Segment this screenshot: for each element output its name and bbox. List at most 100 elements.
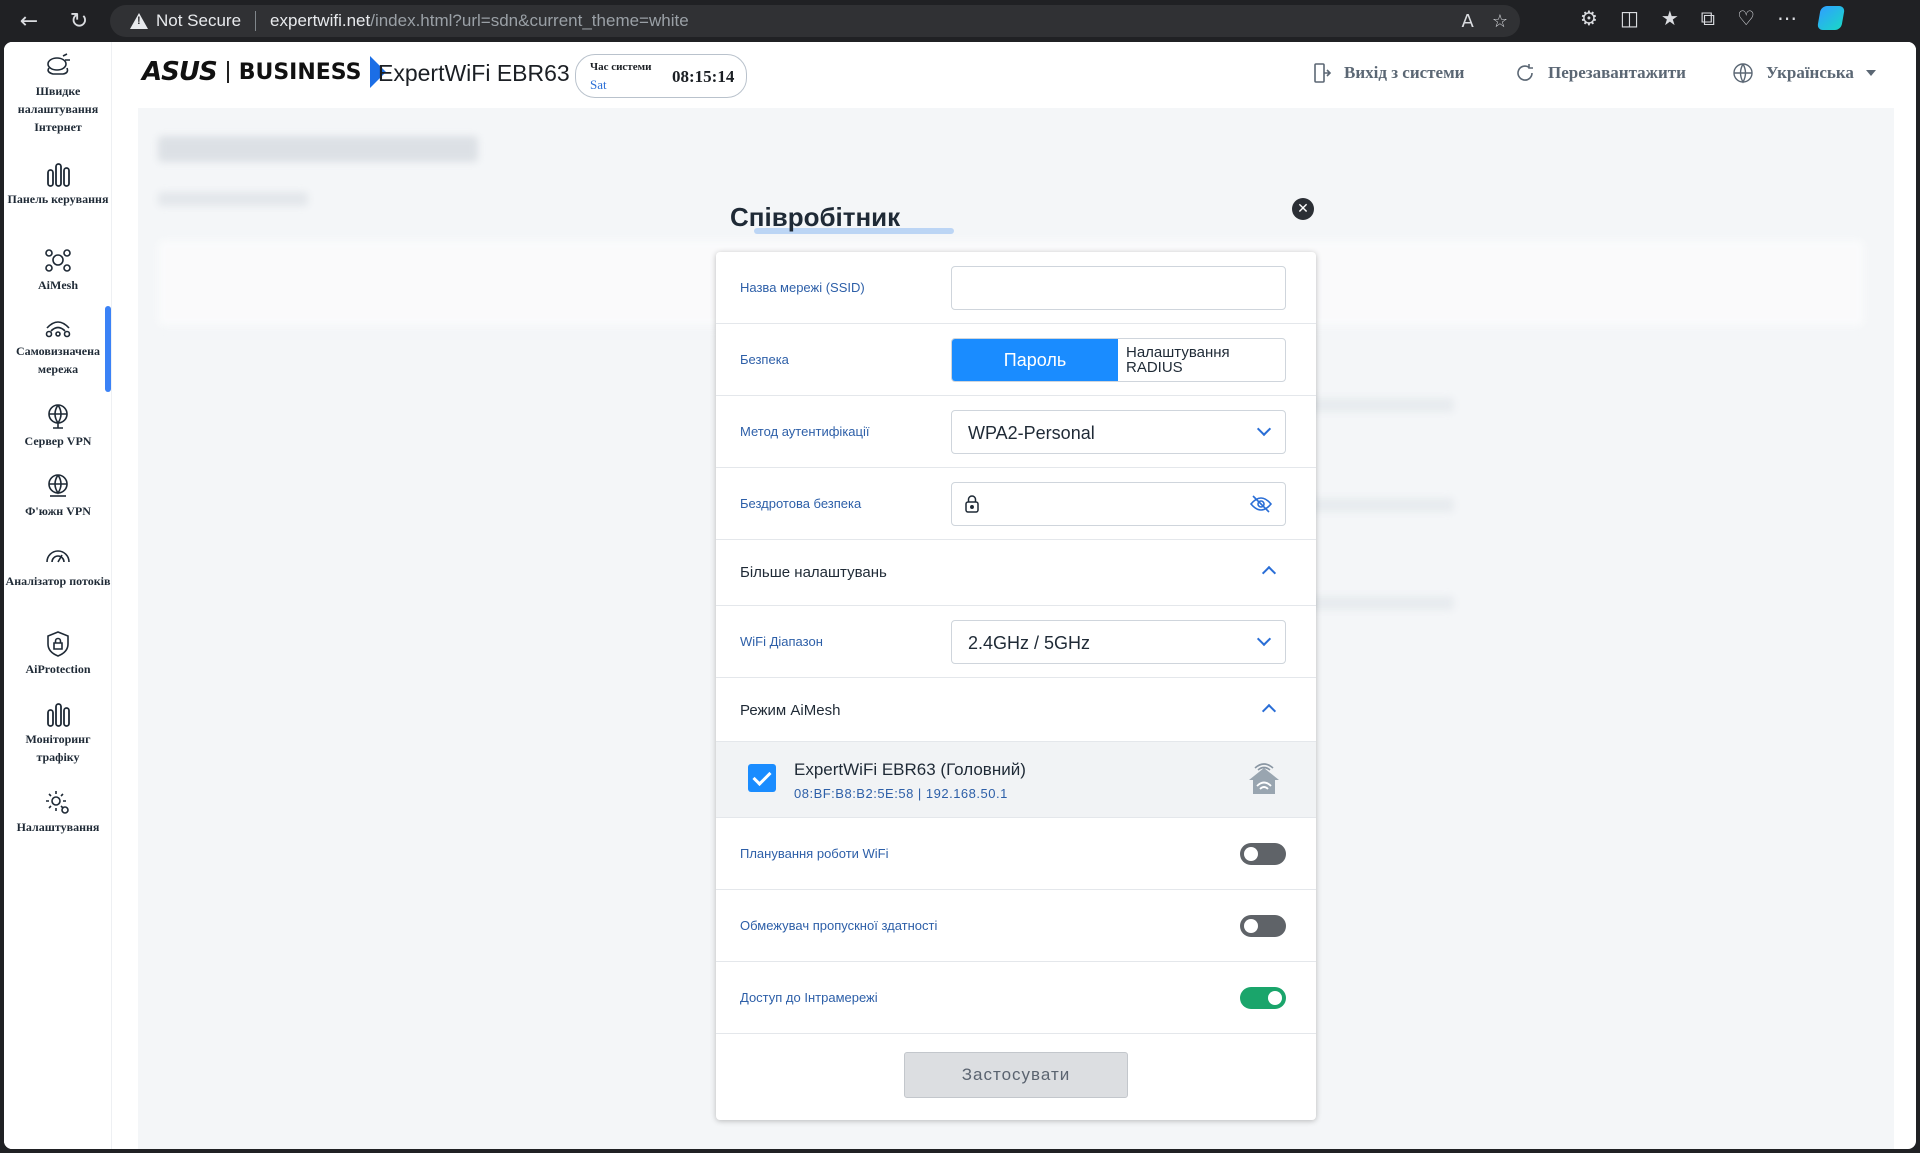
system-time-label: Час системи (590, 61, 652, 73)
radius-settings-tab[interactable]: Налаштування RADIUS (1118, 339, 1285, 381)
sidebar-item-vpn-server[interactable]: Сервер VPN (4, 402, 112, 450)
url-host: expertwifi.net (270, 11, 371, 30)
bandwidth-limiter-row: Обмежувач пропускної здатності (716, 890, 1316, 962)
url-path: /index.html?url=sdn&current_theme=white (370, 11, 689, 30)
settings-icon (46, 791, 69, 814)
auth-method-label: Метод аутентифікації (740, 424, 870, 439)
warning-icon (130, 13, 148, 29)
intranet-access-label: Доступ до Інтрамережі (740, 990, 878, 1005)
dialog-title: Співробітник (730, 202, 901, 232)
globe-icon (1733, 63, 1753, 84)
wireless-security-label: Бездротова безпека (740, 496, 862, 511)
intranet-access-row: Доступ до Інтрамережі (716, 962, 1316, 1034)
node-checkbox[interactable] (748, 764, 776, 792)
sidebar-item-flow-analyzer[interactable]: Аналізатор потоків (4, 542, 112, 590)
shield-icon (47, 631, 69, 657)
favorite-star-icon[interactable]: ☆ (1492, 11, 1508, 32)
reboot-button[interactable]: Перезавантажити (1514, 62, 1686, 84)
flow-analyzer-icon (46, 550, 70, 563)
auth-method-row: Метод аутентифікації WPA2-Personal (716, 396, 1316, 468)
copilot-icon[interactable] (1816, 6, 1846, 30)
header: ASUS BUSINESS ExpertWiFi EBR63 Час систе… (112, 42, 1916, 108)
back-icon[interactable]: ← (14, 6, 44, 36)
router-home-icon (1249, 763, 1279, 794)
wireless-password-input[interactable] (951, 482, 1286, 526)
intranet-access-toggle[interactable] (1240, 987, 1286, 1009)
aimesh-mode-row[interactable]: Режим AiMesh (716, 678, 1316, 742)
browser-toolbar: ← ↻ Not Secure expertwifi.net /index.htm… (0, 0, 1920, 42)
favorites-icon[interactable]: ★ (1661, 6, 1679, 30)
ssid-input[interactable] (951, 266, 1286, 310)
language-select[interactable]: Українська (1732, 62, 1876, 84)
wifi-schedule-toggle[interactable] (1240, 843, 1286, 865)
sidebar-item-aiprotection[interactable]: AiProtection (4, 630, 112, 678)
more-menu-icon[interactable]: ⋯ (1777, 6, 1797, 30)
security-status: Not Secure (156, 11, 242, 30)
apply-button[interactable]: Застосувати (904, 1052, 1128, 1098)
security-toggle: Пароль Налаштування RADIUS (951, 338, 1286, 382)
node-name: ExpertWiFi EBR63 (Головний) (794, 760, 1026, 779)
system-time: Час системи Sat 08:15:14 (575, 54, 747, 98)
network-profile-dialog: Співробітник ✕ Назва мережі (SSID) Безпе… (714, 192, 1320, 1122)
aimesh-node-item: ExpertWiFi EBR63 (Головний) 08:BF:B8:B2:… (716, 742, 1316, 818)
more-settings-row[interactable]: Більше налаштувань (716, 540, 1316, 606)
ssid-row: Назва мережі (SSID) (716, 252, 1316, 324)
password-tab[interactable]: Пароль (952, 339, 1118, 381)
sidebar-active-indicator (105, 306, 111, 392)
split-screen-icon[interactable]: ◫ (1620, 6, 1639, 30)
chevron-up-icon[interactable] (1261, 565, 1277, 581)
asus-business-logo: ASUS BUSINESS (142, 56, 386, 88)
browser-essentials-icon[interactable]: ♡ (1737, 6, 1755, 30)
more-settings-title: Більше налаштувань (740, 564, 887, 581)
node-mac: 08:BF:B8:B2:5E:58 | 192.168.50.1 (794, 786, 1008, 801)
vpn-server-icon (48, 404, 68, 429)
model-name: ExpertWiFi EBR63 (378, 60, 570, 86)
sidebar-item-aimesh[interactable]: AiMesh (4, 246, 112, 294)
sidebar-item-traffic-monitor[interactable]: Моніторинг трафіку (4, 700, 112, 766)
system-day: Sat (590, 77, 607, 92)
collections-icon[interactable]: ⧉ (1701, 6, 1715, 30)
wifi-band-label: WiFi Діапазон (740, 634, 823, 649)
quick-setup-icon (47, 53, 70, 75)
sidebar-item-custom-network[interactable]: Самовизначена мережа (4, 312, 112, 378)
wifi-schedule-row: Планування роботи WiFi (716, 818, 1316, 890)
security-row: Безпека Пароль Налаштування RADIUS (716, 324, 1316, 396)
dashboard-icon (47, 163, 70, 187)
router-page: Швидке налаштування Інтернет Панель керу… (4, 42, 1916, 1149)
aimesh-mode-title: Режим AiMesh (740, 702, 841, 719)
wifi-schedule-label: Планування роботи WiFi (740, 846, 889, 861)
chevron-down-icon (1256, 421, 1272, 437)
logout-icon (1314, 63, 1332, 83)
wifi-band-select[interactable]: 2.4GHz / 5GHz (951, 620, 1286, 664)
bandwidth-limiter-label: Обмежувач пропускної здатності (740, 918, 938, 933)
aimesh-icon (45, 249, 71, 272)
sidebar-item-fusion-vpn[interactable]: Ф'южн VPN (4, 472, 112, 520)
bandwidth-limiter-toggle[interactable] (1240, 915, 1286, 937)
fusion-vpn-icon (48, 474, 68, 497)
lock-icon (965, 495, 979, 513)
wifi-band-row: WiFi Діапазон 2.4GHz / 5GHz (716, 606, 1316, 678)
logout-button[interactable]: Вихід з системи (1312, 62, 1464, 84)
security-label: Безпека (740, 352, 789, 367)
sidebar-item-quick-setup[interactable]: Швидке налаштування Інтернет (4, 52, 112, 136)
auth-method-select[interactable]: WPA2-Personal (951, 410, 1286, 454)
address-bar[interactable]: Not Secure expertwifi.net /index.html?ur… (110, 5, 1520, 37)
chevron-up-icon[interactable] (1261, 703, 1277, 719)
dialog-panel: Назва мережі (SSID) Безпека Пароль Налаш… (716, 252, 1316, 1120)
traffic-monitor-icon (47, 703, 70, 727)
custom-network-icon (45, 321, 71, 338)
caret-down-icon (1865, 70, 1876, 76)
ssid-label: Назва мережі (SSID) (740, 280, 865, 295)
sidebar-item-settings[interactable]: Налаштування (4, 788, 112, 836)
eye-hidden-icon[interactable] (1249, 494, 1273, 514)
reboot-icon (1517, 64, 1533, 81)
sidebar-item-dashboard[interactable]: Панель керування (4, 160, 112, 208)
chevron-down-icon (1256, 631, 1272, 647)
read-aloud-icon[interactable]: A (1462, 11, 1474, 32)
sidebar: Швидке налаштування Інтернет Панель керу… (4, 42, 112, 1149)
extensions-icon[interactable]: ⚙ (1580, 6, 1598, 30)
reload-icon[interactable]: ↻ (64, 6, 94, 36)
close-icon[interactable]: ✕ (1292, 198, 1314, 220)
wireless-security-row: Бездротова безпека (716, 468, 1316, 540)
system-clock: 08:15:14 (672, 67, 735, 86)
